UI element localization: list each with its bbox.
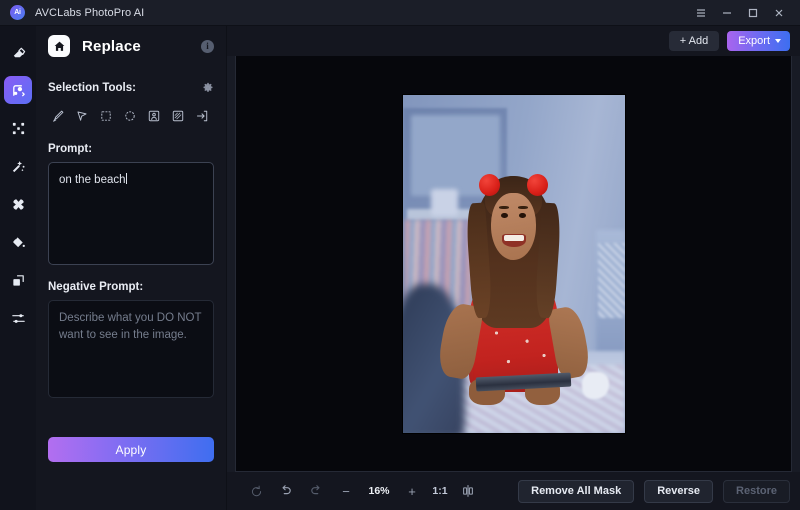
sidebar-item-colorize[interactable] [4, 228, 32, 256]
canvas-wrapper [227, 56, 800, 472]
page-title: Replace [82, 37, 141, 55]
export-button-label: Export [738, 35, 770, 47]
photo-left-eye [500, 212, 508, 219]
ellipse-select-icon[interactable] [118, 105, 141, 127]
zoom-out-button[interactable]: − [331, 479, 361, 503]
actual-size-button[interactable]: 1:1 [427, 485, 453, 497]
panel-header: Replace i [48, 26, 214, 62]
add-button[interactable]: + Add [668, 31, 720, 51]
sidebar-item-adjust[interactable] [4, 304, 32, 332]
restore-button: Restore [723, 479, 790, 503]
zoom-level: 16% [368, 485, 390, 497]
zoom-controls: − 16% + 1:1 [241, 479, 483, 503]
sidebar-item-eraser[interactable] [4, 38, 32, 66]
photo-left-brow [499, 206, 510, 210]
photo-right-brow [517, 206, 528, 210]
text-caret [125, 173, 127, 184]
negative-prompt-label: Negative Prompt: [48, 281, 144, 293]
selection-tools-row: Selection Tools: [48, 82, 214, 94]
app-body: Replace i Selection Tools: Prompt: on th… [0, 26, 800, 510]
top-toolbar: + Add Export [227, 26, 800, 56]
info-icon[interactable]: i [201, 39, 214, 53]
sidebar-item-resize[interactable] [4, 266, 32, 294]
tool-rail [0, 26, 36, 510]
photo-mouth [502, 233, 526, 248]
undo-icon[interactable] [271, 479, 301, 503]
gear-icon[interactable] [202, 82, 214, 94]
sidebar-item-enhance[interactable] [4, 152, 32, 180]
image-canvas[interactable] [235, 56, 792, 472]
photo-right-fabric [597, 243, 625, 318]
sidebar-item-retouch[interactable] [4, 190, 32, 218]
zoom-in-button[interactable]: + [397, 479, 427, 503]
right-side: + Add Export − 16% + 1:1 Remove All Mask… [226, 26, 800, 510]
negative-prompt-input[interactable]: Describe what you DO NOT want to see in … [48, 300, 214, 398]
photo-preview[interactable] [402, 94, 625, 433]
negative-prompt-placeholder: Describe what you DO NOT want to see in … [59, 312, 202, 341]
remove-all-mask-button[interactable]: Remove All Mask [518, 479, 635, 503]
photo-left-pompom [479, 173, 501, 196]
pointer-icon[interactable] [70, 105, 93, 127]
bottom-toolbar: − 16% + 1:1 Remove All Mask Reverse Rest… [227, 472, 800, 510]
info-icon-char: i [206, 41, 209, 51]
photo-teeth [504, 234, 524, 242]
left-panel: Replace i Selection Tools: Prompt: on th… [36, 26, 226, 510]
photo-face [491, 192, 536, 261]
photo-right-pompom [526, 173, 548, 196]
prompt-input[interactable]: on the beach [48, 162, 214, 265]
sidebar-item-replace[interactable] [4, 76, 32, 104]
person-select-icon[interactable] [143, 105, 166, 127]
selection-tools-label: Selection Tools: [48, 82, 136, 94]
prompt-value: on the beach [59, 174, 126, 186]
brush-icon[interactable] [46, 105, 69, 127]
minimize-icon[interactable] [714, 2, 740, 24]
rectangle-select-icon[interactable] [94, 105, 117, 127]
photo-tissue [582, 371, 609, 399]
reverse-button[interactable]: Reverse [644, 479, 714, 503]
reset-icon[interactable] [241, 479, 271, 503]
prompt-label: Prompt: [48, 143, 93, 155]
maximize-icon[interactable] [740, 2, 766, 24]
app-logo-icon: Ai [10, 5, 25, 20]
home-icon[interactable] [48, 35, 70, 57]
app-title: AVCLabs PhotoPro AI [35, 6, 145, 19]
arrow-into-box-icon[interactable] [191, 105, 214, 127]
chevron-down-icon [775, 39, 781, 43]
background-select-icon[interactable] [167, 105, 190, 127]
app-window: Ai AVCLabs PhotoPro AI Replace i Selecti… [0, 0, 800, 510]
menu-icon[interactable] [688, 2, 714, 24]
photo-folded-item [431, 189, 458, 217]
sidebar-item-expand[interactable] [4, 114, 32, 142]
title-bar: Ai AVCLabs PhotoPro AI [0, 0, 800, 26]
redo-icon[interactable] [301, 479, 331, 503]
export-button[interactable]: Export [727, 31, 790, 51]
apply-button[interactable]: Apply [48, 437, 214, 462]
app-logo-text: Ai [14, 9, 21, 16]
selection-tools-strip [46, 105, 214, 127]
close-icon[interactable] [766, 2, 792, 24]
compare-icon[interactable] [453, 479, 483, 503]
